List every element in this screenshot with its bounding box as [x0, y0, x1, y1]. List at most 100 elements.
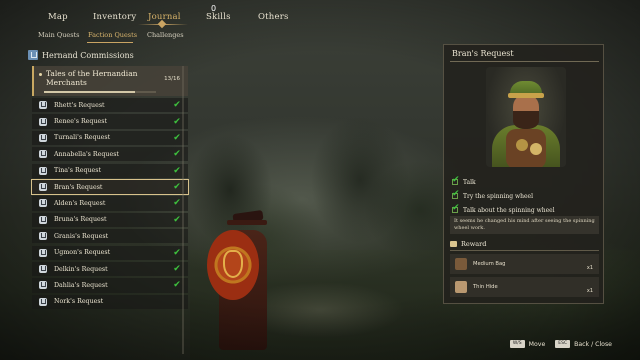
- category-title: Tales of the Hernandian Merchants: [46, 69, 138, 87]
- quest-scroll-icon: [39, 232, 47, 241]
- reward-item[interactable]: Medium Bag x1: [450, 254, 599, 274]
- quest-name: Dahlia's Request: [54, 281, 108, 289]
- active-subtab-underline: [87, 42, 133, 43]
- checkmark-icon: ✔: [173, 264, 181, 275]
- back-key[interactable]: ESC: [555, 340, 571, 348]
- quest-name: Granis's Request: [54, 232, 109, 240]
- category-count: 13/16: [164, 76, 180, 82]
- objective-text: Talk about the spinning wheel: [463, 206, 555, 214]
- tab-inventory[interactable]: Inventory: [93, 12, 136, 22]
- checkmark-icon: ✔: [452, 203, 460, 213]
- objective-checkbox-icon: ✔: [452, 175, 460, 185]
- objective-checkbox-icon: ✔: [452, 203, 460, 213]
- tab-journal[interactable]: Journal: [148, 12, 181, 22]
- subtab-faction-quests[interactable]: Faction Quests: [88, 31, 137, 39]
- quest-name: Bruna's Request: [54, 216, 107, 224]
- control-hints: W/S Move ESC Back / Close: [509, 340, 612, 348]
- checkmark-icon: ✔: [173, 182, 181, 193]
- category-bullet-icon: [39, 73, 42, 76]
- quest-row[interactable]: Renee's Request ✔: [32, 114, 188, 129]
- quest-scroll-icon: [39, 297, 47, 306]
- commissions-title: Hernand Commissions: [42, 50, 134, 60]
- quest-row[interactable]: Nork's Request: [32, 294, 188, 309]
- quest-name: Delkin's Request: [54, 265, 108, 273]
- objective-text: Talk: [463, 178, 476, 186]
- quest-scroll-icon: [39, 117, 47, 126]
- checkmark-icon: ✔: [173, 247, 181, 258]
- checkmark-icon: ✔: [173, 100, 181, 111]
- quest-row[interactable]: Dahlia's Request ✔: [32, 278, 188, 293]
- quest-name: Renee's Request: [54, 118, 107, 126]
- quest-list-scrollbar[interactable]: [182, 66, 184, 354]
- checkmark-icon: ✔: [173, 280, 181, 291]
- tab-map[interactable]: Map: [48, 12, 68, 22]
- reward-label: Reward: [461, 240, 487, 248]
- quest-row[interactable]: Annabella's Request ✔: [32, 147, 188, 162]
- quest-category[interactable]: Tales of the Hernandian Merchants 13/16: [32, 66, 188, 96]
- checkmark-icon: ✔: [173, 165, 181, 176]
- quest-scroll-icon: [39, 281, 47, 290]
- quest-row[interactable]: Ugmon's Request ✔: [32, 245, 188, 260]
- checkmark-icon: ✔: [173, 116, 181, 127]
- commissions-header: Hernand Commissions: [28, 48, 188, 62]
- quest-list: Rhett's Request ✔ Renee's Request ✔ Turnali'…: [31, 98, 189, 311]
- bag-icon: [455, 258, 467, 270]
- gift-icon: [450, 241, 457, 247]
- quest-name: Alden's Request: [54, 199, 106, 207]
- quest-row[interactable]: Turnali's Request ✔: [32, 130, 188, 146]
- subtab-main-quests[interactable]: Main Quests: [38, 31, 80, 39]
- category-progress-fill: [44, 91, 135, 93]
- quest-name: Ugmon's Request: [54, 249, 111, 257]
- move-hint: Move: [528, 340, 546, 348]
- category-progress-bar: [44, 91, 156, 93]
- hide-icon: [455, 281, 467, 293]
- objective-item: ✔ Try the spinning wheel: [450, 189, 600, 203]
- sub-navigation: Main Quests Faction Quests Challenges: [0, 28, 300, 44]
- tab-others[interactable]: Others: [258, 12, 289, 22]
- reward-quantity: x1: [586, 288, 593, 294]
- objective-list: ✔ Talk ✔ Try the spinning wheel ✔ Talk about …: [450, 175, 600, 217]
- quest-row[interactable]: Delkin's Request ✔: [32, 261, 188, 277]
- quest-scroll-icon: [39, 183, 47, 192]
- quest-name: Rhett's Request: [54, 101, 105, 109]
- quest-name: Annabella's Request: [54, 150, 119, 158]
- faction-banner-icon: [28, 50, 38, 60]
- quest-scroll-icon: [39, 265, 47, 274]
- quest-row[interactable]: Bruna's Request ✔: [32, 212, 188, 228]
- subtab-challenges[interactable]: Challenges: [147, 31, 184, 39]
- checkmark-icon: ✔: [173, 198, 181, 209]
- objective-text: Try the spinning wheel: [463, 192, 534, 200]
- quest-row[interactable]: Granis's Request: [32, 229, 188, 244]
- title-divider: [450, 61, 599, 62]
- reward-divider: [450, 250, 599, 251]
- quest-row[interactable]: Rhett's Request ✔: [32, 98, 188, 113]
- reward-name: Thin Hide: [473, 284, 498, 290]
- objective-checkbox-icon: ✔: [452, 189, 460, 199]
- quest-row[interactable]: Alden's Request ✔: [32, 196, 188, 211]
- checkmark-icon: ✔: [452, 189, 460, 199]
- quest-name: Nork's Request: [54, 298, 104, 306]
- reward-name: Medium Bag: [473, 261, 506, 267]
- commissions-panel: Hernand Commissions Tales of the Hernand…: [28, 44, 189, 354]
- reward-quantity: x1: [586, 265, 593, 271]
- quest-scroll-icon: [39, 150, 47, 159]
- quest-row[interactable]: Tina's Request ✔: [32, 163, 188, 178]
- checkmark-icon: ✔: [452, 175, 460, 185]
- quest-detail-title: Bran's Request: [452, 49, 514, 58]
- reward-item[interactable]: Thin Hide x1: [450, 277, 599, 297]
- move-key: W/S: [509, 340, 525, 348]
- back-hint[interactable]: Back / Close: [574, 341, 612, 348]
- quest-scroll-icon: [39, 215, 47, 224]
- tab-skills[interactable]: Skills: [206, 12, 231, 22]
- quest-scroll-icon: [39, 166, 47, 175]
- quest-detail-panel: Bran's Request ✔ Talk ✔ Try the spinning wh…: [443, 44, 604, 304]
- quest-name: Tina's Request: [54, 167, 102, 175]
- quest-scroll-icon: [39, 199, 47, 208]
- quest-scroll-icon: [39, 133, 47, 142]
- quest-scroll-icon: [39, 248, 47, 257]
- quest-name: Turnali's Request: [54, 134, 111, 142]
- objective-item: ✔ Talk about the spinning wheel: [450, 203, 600, 217]
- reward-header: Reward: [450, 239, 599, 249]
- quest-row[interactable]: Bran's Request ✔: [31, 178, 189, 196]
- checkmark-icon: ✔: [173, 149, 181, 160]
